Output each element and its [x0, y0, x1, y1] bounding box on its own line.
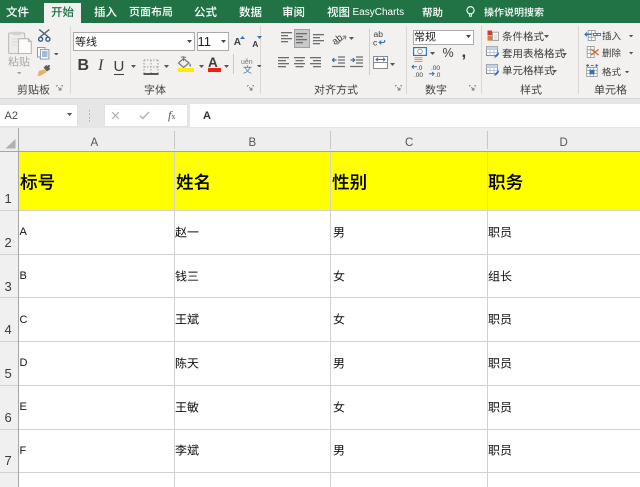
svg-text:.00: .00 [431, 65, 440, 72]
svg-text:.00: .00 [414, 72, 423, 77]
svg-text:.0: .0 [417, 65, 423, 72]
svg-text:.0: .0 [435, 72, 441, 77]
